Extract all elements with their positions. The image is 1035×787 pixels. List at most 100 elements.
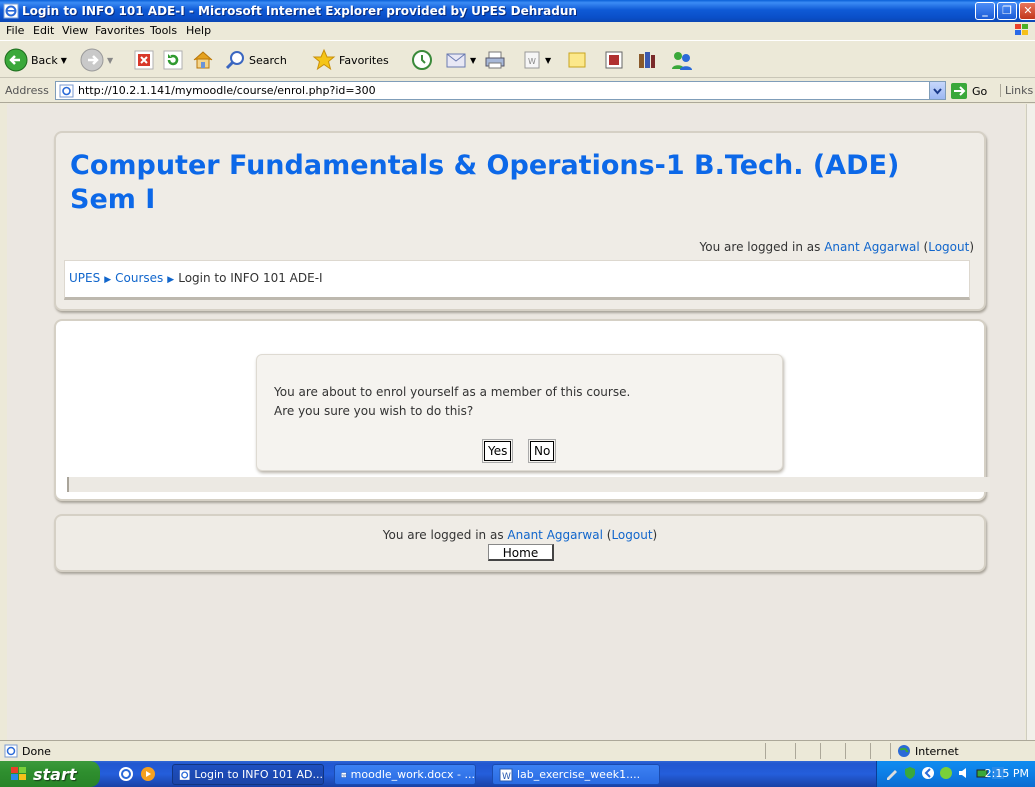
user-link[interactable]: Anant Aggarwal: [824, 240, 920, 254]
menu-tools[interactable]: Tools: [150, 24, 177, 37]
ie-quicklaunch-icon[interactable]: [118, 766, 134, 782]
footer-box: You are logged in as Anant Aggarwal (Log…: [54, 514, 986, 572]
task-label: moodle_work.docx - ...: [350, 768, 475, 781]
home-toolbar-button[interactable]: [191, 46, 215, 74]
discuss-button[interactable]: [566, 46, 588, 74]
vertical-scrollbar[interactable]: [1026, 104, 1035, 740]
media-quicklaunch-icon[interactable]: [140, 766, 156, 782]
refresh-icon: [163, 50, 183, 70]
minimize-button[interactable]: _: [975, 2, 995, 20]
go-button[interactable]: Go: [950, 82, 987, 100]
title-bar: Login to INFO 101 ADE-I - Microsoft Inte…: [0, 0, 1035, 22]
user-link[interactable]: Anant Aggarwal: [507, 528, 603, 542]
breadcrumb-separator-icon: ▶: [167, 275, 175, 285]
forward-arrow-icon: [80, 48, 104, 72]
search-label: Search: [249, 53, 287, 67]
menu-file[interactable]: File: [6, 24, 24, 37]
confirm-question: Are you sure you wish to do this?: [274, 404, 474, 418]
research-icon: [605, 51, 623, 69]
clock: 2:15 PM: [984, 767, 1029, 780]
tray-volume-icon[interactable]: [957, 766, 971, 780]
page-done-icon: [4, 744, 18, 758]
books-icon: [639, 52, 655, 68]
stop-button[interactable]: [133, 46, 155, 74]
windows-logo-icon: [11, 767, 26, 780]
address-dropdown-icon[interactable]: [929, 82, 945, 99]
menu-edit[interactable]: Edit: [33, 24, 54, 37]
close-button[interactable]: ✕: [1019, 2, 1035, 20]
messenger-button[interactable]: [670, 46, 694, 74]
logout-link[interactable]: Logout: [928, 240, 969, 254]
taskbar-item-word-1[interactable]: W moodle_work.docx - ...: [334, 764, 476, 785]
home-button[interactable]: Home: [488, 544, 554, 561]
logged-in-text: You are logged in as: [382, 528, 504, 542]
start-button[interactable]: start: [0, 761, 100, 787]
breadcrumb-separator-icon: ▶: [104, 275, 112, 285]
tray-back-icon[interactable]: [921, 766, 935, 780]
status-divider: [820, 743, 821, 759]
favorites-star-icon: [312, 48, 336, 71]
tray-network-icon[interactable]: [939, 766, 953, 780]
breadcrumb: UPES ▶ Courses ▶ Login to INFO 101 ADE-I: [69, 271, 323, 285]
books-button[interactable]: [636, 46, 658, 74]
word-doc-icon: W: [341, 771, 347, 778]
address-label: Address: [5, 84, 49, 97]
forward-dropdown-icon[interactable]: ▼: [107, 56, 113, 65]
address-url[interactable]: http://10.2.1.141/mymoodle/course/enrol.…: [78, 84, 376, 97]
svg-text:W: W: [342, 773, 346, 777]
login-info-bottom: You are logged in as Anant Aggarwal (Log…: [382, 528, 658, 542]
security-zone[interactable]: Internet: [897, 744, 959, 758]
tray-pen-icon[interactable]: [885, 766, 899, 780]
status-text: Done: [22, 744, 51, 758]
tray-shield-icon[interactable]: [903, 766, 917, 780]
address-bar: Address http://10.2.1.141/mymoodle/cours…: [0, 79, 1035, 103]
history-icon: [412, 50, 432, 70]
taskbar-item-ie[interactable]: Login to INFO 101 AD...: [172, 764, 324, 785]
go-label: Go: [972, 84, 988, 98]
mail-button[interactable]: ▼: [445, 46, 476, 74]
research-button[interactable]: [603, 46, 625, 74]
menu-favorites[interactable]: Favorites: [95, 24, 145, 37]
main-box: You are about to enrol yourself as a mem…: [54, 319, 990, 501]
ie-window-icon: [3, 3, 19, 19]
menu-view[interactable]: View: [62, 24, 88, 37]
favorites-label: Favorites: [339, 53, 389, 67]
edit-document-icon: W: [524, 51, 540, 69]
logout-link[interactable]: Logout: [611, 528, 652, 542]
start-label: start: [33, 764, 77, 784]
search-icon: [225, 51, 244, 70]
taskbar-item-word-2[interactable]: W lab_exercise_week1....: [492, 764, 660, 785]
mail-icon: [446, 53, 466, 68]
address-field[interactable]: http://10.2.1.141/mymoodle/course/enrol.…: [55, 81, 946, 100]
back-arrow-icon: [4, 48, 28, 72]
status-divider: [845, 743, 846, 759]
system-tray: 2:15 PM: [876, 761, 1035, 787]
quick-launch: [118, 766, 156, 782]
menu-help[interactable]: Help: [186, 24, 211, 37]
back-button[interactable]: Back ▼: [4, 46, 67, 74]
forward-button[interactable]: ▼: [80, 46, 113, 74]
edit-dropdown-icon[interactable]: ▼: [545, 56, 551, 65]
mail-dropdown-icon[interactable]: ▼: [470, 56, 476, 65]
history-button[interactable]: [411, 46, 433, 74]
favorites-button[interactable]: Favorites: [312, 46, 389, 74]
print-button[interactable]: [484, 46, 506, 74]
status-divider: [890, 743, 891, 759]
search-button[interactable]: Search: [224, 46, 287, 74]
taskbar: start Login to INFO 101 AD... W moodle_w…: [0, 761, 1035, 787]
links-label[interactable]: Links: [1000, 84, 1033, 97]
edit-button[interactable]: W ▼: [522, 46, 551, 74]
yes-button[interactable]: Yes: [481, 439, 514, 463]
svg-text:W: W: [528, 57, 536, 66]
svg-text:W: W: [502, 772, 511, 782]
breadcrumb-courses[interactable]: Courses: [115, 271, 163, 285]
windows-flag-icon: [1015, 24, 1028, 35]
refresh-button[interactable]: [162, 46, 184, 74]
breadcrumb-upes[interactable]: UPES: [69, 271, 100, 285]
confirm-message: You are about to enrol yourself as a mem…: [274, 385, 631, 399]
breadcrumb-current: Login to INFO 101 ADE-I: [178, 271, 323, 285]
restore-button[interactable]: ❐: [997, 2, 1017, 20]
no-button[interactable]: No: [527, 439, 557, 463]
task-label: Login to INFO 101 AD...: [194, 768, 323, 781]
back-dropdown-icon[interactable]: ▼: [61, 56, 67, 65]
